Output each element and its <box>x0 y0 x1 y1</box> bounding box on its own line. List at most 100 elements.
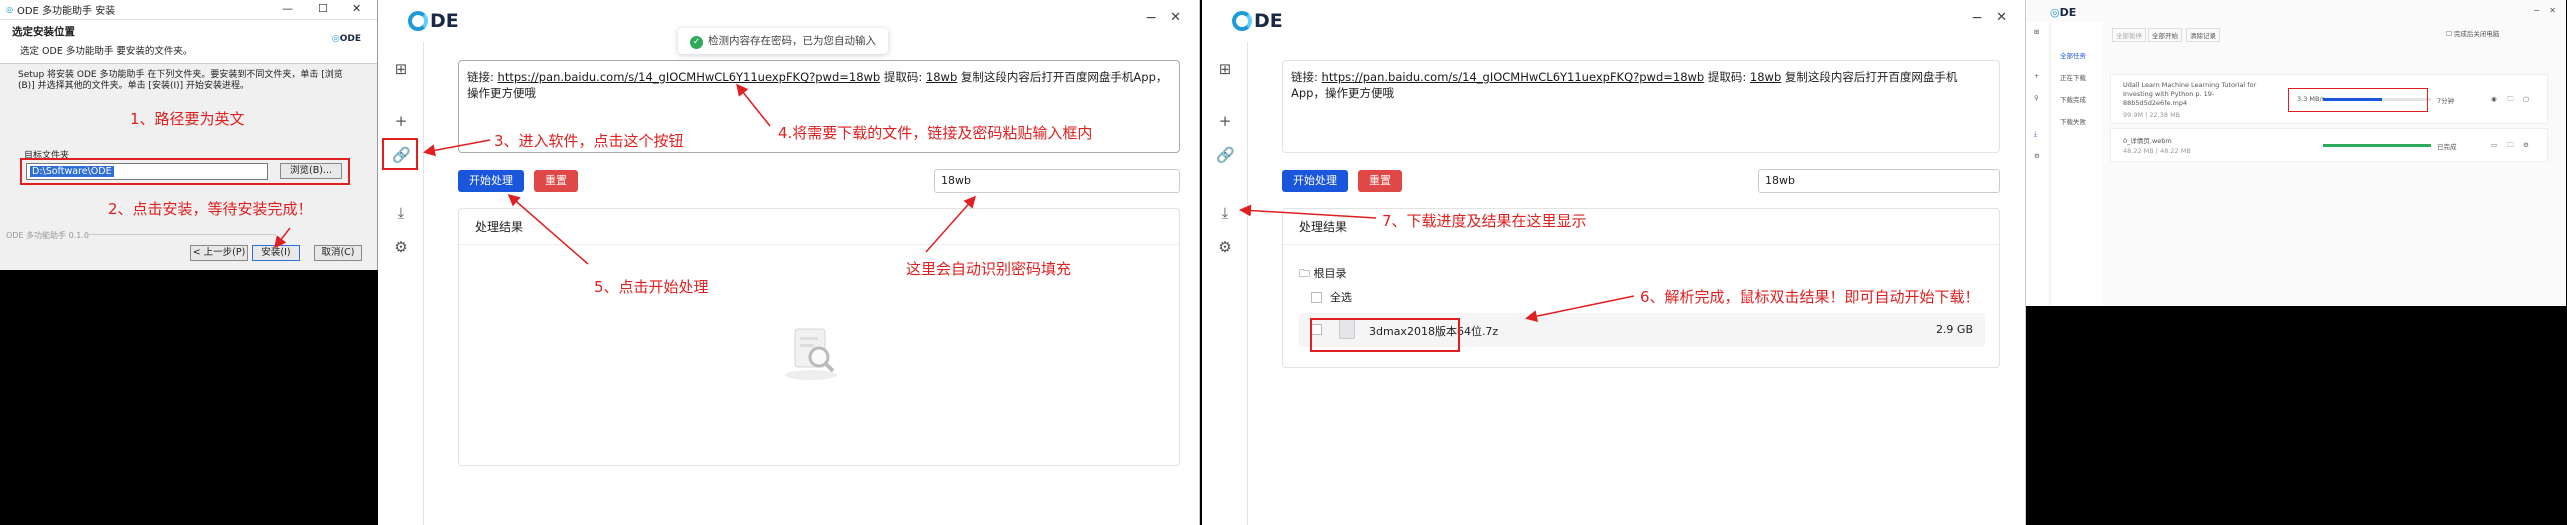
select-all-row[interactable]: 全选 <box>1311 289 1352 305</box>
close-icon[interactable]: ✕ <box>2549 6 2556 15</box>
installer-logo: ◎ODE <box>331 34 361 44</box>
dm-sidebar: ⊞ + ⚲ ⤓ ⚙ <box>2026 22 2050 306</box>
annotation-box-progress <box>2288 88 2428 112</box>
reset-button[interactable]: 重置 <box>534 170 578 192</box>
item1-name: Udall Learn Machine Learning Tutorial fo… <box>2123 81 2257 89</box>
installer-title: ODE 多功能助手 安装 <box>16 6 116 17</box>
nav-downloading[interactable]: 正在下载 <box>2060 72 2086 82</box>
result-title: 处理结果 <box>459 209 1179 245</box>
folder-icon[interactable]: 🗀 <box>2507 141 2514 152</box>
settings-gear-icon[interactable]: ⚙ <box>2034 152 2040 160</box>
link-url: https://pan.baidu.com/s/14_gIOCMHwCL6Y11… <box>1321 70 1705 84</box>
item2-progress-track <box>2323 144 2431 147</box>
app-logo-2: DE <box>1232 10 1283 32</box>
cancel-button[interactable]: 取消(C) <box>314 245 362 261</box>
header-title: 选定安装位置 <box>12 26 75 38</box>
installer-version: ODE 多功能助手 0.1.0 <box>6 231 89 240</box>
install-path-value: D:\Software\ODE <box>30 166 114 177</box>
footer-divider <box>86 234 276 235</box>
pause-icon[interactable]: ◉ <box>2491 95 2497 103</box>
app-window-input: DE − ✕ ✓ 检测内容存在密码，已为您自动输入 ⊞ + 🔗 ⤓ ⚙ 链接: h… <box>378 0 1200 525</box>
add-icon[interactable]: + <box>1216 112 1234 130</box>
download-item-2[interactable]: 0_详情页.webm 48.22 MB | 48.22 MB 已完成 ▭ 🗀 ⚙ <box>2110 128 2548 162</box>
pause-all-button[interactable]: 全部暂停 <box>2112 28 2146 42</box>
link-prefix: 链接: <box>1291 70 1322 84</box>
dm-nav: 全部任务 正在下载 下载完成 下载失败 <box>2052 22 2102 306</box>
open-file-icon[interactable]: ▭ <box>2491 141 2497 149</box>
browse-button[interactable]: 浏览(B)... <box>280 163 342 179</box>
settings-gear-icon[interactable]: ⚙ <box>392 238 410 256</box>
annotation-step1: 1、路径要为英文 <box>130 110 245 128</box>
shutdown-label: 完成后关闭电脑 <box>2453 30 2500 38</box>
folder-icon: 🗀 <box>1299 267 1310 280</box>
install-path-input[interactable]: D:\Software\ODE <box>26 163 268 180</box>
link-textarea-2[interactable]: 链接: https://pan.baidu.com/s/14_gIOCMHwCL… <box>1282 60 2000 153</box>
start-process-button[interactable]: 开始处理 <box>1282 170 1348 192</box>
item2-name: 0_详情页.webm <box>2123 137 2172 145</box>
nav-all-tasks[interactable]: 全部任务 <box>2060 50 2086 60</box>
link-mid: 提取码: <box>1704 70 1750 84</box>
delete-icon[interactable]: ▢ <box>2523 95 2529 103</box>
select-all-label: 全选 <box>1330 291 1352 304</box>
app-small-icon: ◎ <box>6 5 13 14</box>
root-dir-row[interactable]: 🗀 根目录 <box>1299 265 1347 284</box>
app-sidebar: ⊞ + 🔗 ⤓ ⚙ <box>378 42 424 525</box>
add-icon[interactable]: + <box>392 112 410 130</box>
annotation-box-file <box>1310 318 1460 352</box>
link-code: 18wb <box>1749 70 1782 84</box>
minimize-icon[interactable]: − <box>2533 6 2540 15</box>
link-icon[interactable]: ⚲ <box>2034 94 2039 102</box>
installer-window: ◎ ODE 多功能助手 安装 — ☐ ✕ 选定安装位置 选定 ODE 多功能助手… <box>0 0 378 270</box>
app-logo: DE <box>408 10 459 32</box>
apps-grid-icon[interactable]: ⊞ <box>2034 28 2039 36</box>
select-all-checkbox[interactable] <box>1311 291 1322 303</box>
nav-completed[interactable]: 下载完成 <box>2060 94 2086 104</box>
item1-eta: 7分钟 <box>2437 97 2455 105</box>
folder-icon[interactable]: 🗀 <box>2507 95 2514 106</box>
shutdown-checkbox-row[interactable]: ☐ 完成后关闭电脑 <box>2446 28 2499 38</box>
annotation-step3: 3、进入软件，点击这个按钮 <box>494 132 684 150</box>
start-process-button[interactable]: 开始处理 <box>458 170 524 192</box>
toast-text: 检测内容存在密码，已为您自动输入 <box>708 35 876 47</box>
annotation-auto-fill: 这里会自动识别密码填充 <box>906 260 1072 278</box>
add-icon[interactable]: + <box>2034 72 2039 80</box>
password-input[interactable]: 18wb <box>1758 169 2000 193</box>
password-input[interactable]: 18wb <box>934 169 1180 193</box>
download-icon[interactable]: ⤓ <box>1216 204 1234 222</box>
maximize-icon[interactable]: ☐ <box>318 2 328 15</box>
app-topbar-2: DE − ✕ <box>1202 0 2025 42</box>
close-icon[interactable]: ✕ <box>1996 10 2007 25</box>
apps-grid-icon[interactable]: ⊞ <box>392 60 410 78</box>
clear-records-button[interactable]: 清除记录 <box>2186 28 2220 42</box>
minimize-icon[interactable]: − <box>1971 10 1983 26</box>
item1-meta: 99.9M | 22.38 MB <box>2123 111 2181 119</box>
annotation-step7: 7、下载进度及结果在这里显示 <box>1382 212 1587 230</box>
install-button[interactable]: 安装(I) <box>252 245 300 261</box>
annotation-step2: 2、点击安装，等待安装完成！ <box>108 200 313 218</box>
download-icon[interactable]: ⤓ <box>392 204 410 222</box>
link-code: 18wb <box>925 70 958 84</box>
delete-icon[interactable]: ⚙ <box>2523 141 2529 149</box>
close-icon[interactable]: ✕ <box>1170 10 1181 25</box>
minimize-icon[interactable]: — <box>282 2 293 15</box>
link-url: https://pan.baidu.com/s/14_gIOCMHwCL6Y11… <box>497 70 881 84</box>
download-icon[interactable]: ⤓ <box>2034 130 2037 139</box>
installer-header: 选定安装位置 选定 ODE 多功能助手 要安装的文件夹。 ◎ODE <box>0 20 377 64</box>
start-all-button[interactable]: 全部开始 <box>2148 28 2182 42</box>
installer-description: Setup 将安装 ODE 多功能助手 在下列文件夹。要安装到不同文件夹，单击 … <box>18 70 343 92</box>
item2-meta: 48.22 MB | 48.22 MB <box>2123 147 2191 155</box>
password-toast: ✓ 检测内容存在密码，已为您自动输入 <box>678 28 888 54</box>
reset-button[interactable]: 重置 <box>1358 170 1402 192</box>
close-icon[interactable]: ✕ <box>352 2 361 15</box>
desc-line-2: (B)] 并选择其他的文件夹。单击 [安装(I)] 开始安装进程。 <box>18 81 249 91</box>
back-button[interactable]: < 上一步(P) <box>190 245 248 261</box>
item1-name-2: Investing with Python p. 19- <box>2123 90 2215 98</box>
dm-logo: ◎DE <box>2050 6 2077 19</box>
apps-grid-icon[interactable]: ⊞ <box>1216 60 1234 78</box>
root-dir-label: 根目录 <box>1313 267 1347 280</box>
file-size: 2.9 GB <box>1935 323 1973 336</box>
nav-failed[interactable]: 下载失败 <box>2060 116 2086 126</box>
settings-gear-icon[interactable]: ⚙ <box>1216 238 1234 256</box>
link-icon[interactable]: 🔗 <box>1216 146 1235 164</box>
minimize-icon[interactable]: − <box>1145 10 1157 26</box>
